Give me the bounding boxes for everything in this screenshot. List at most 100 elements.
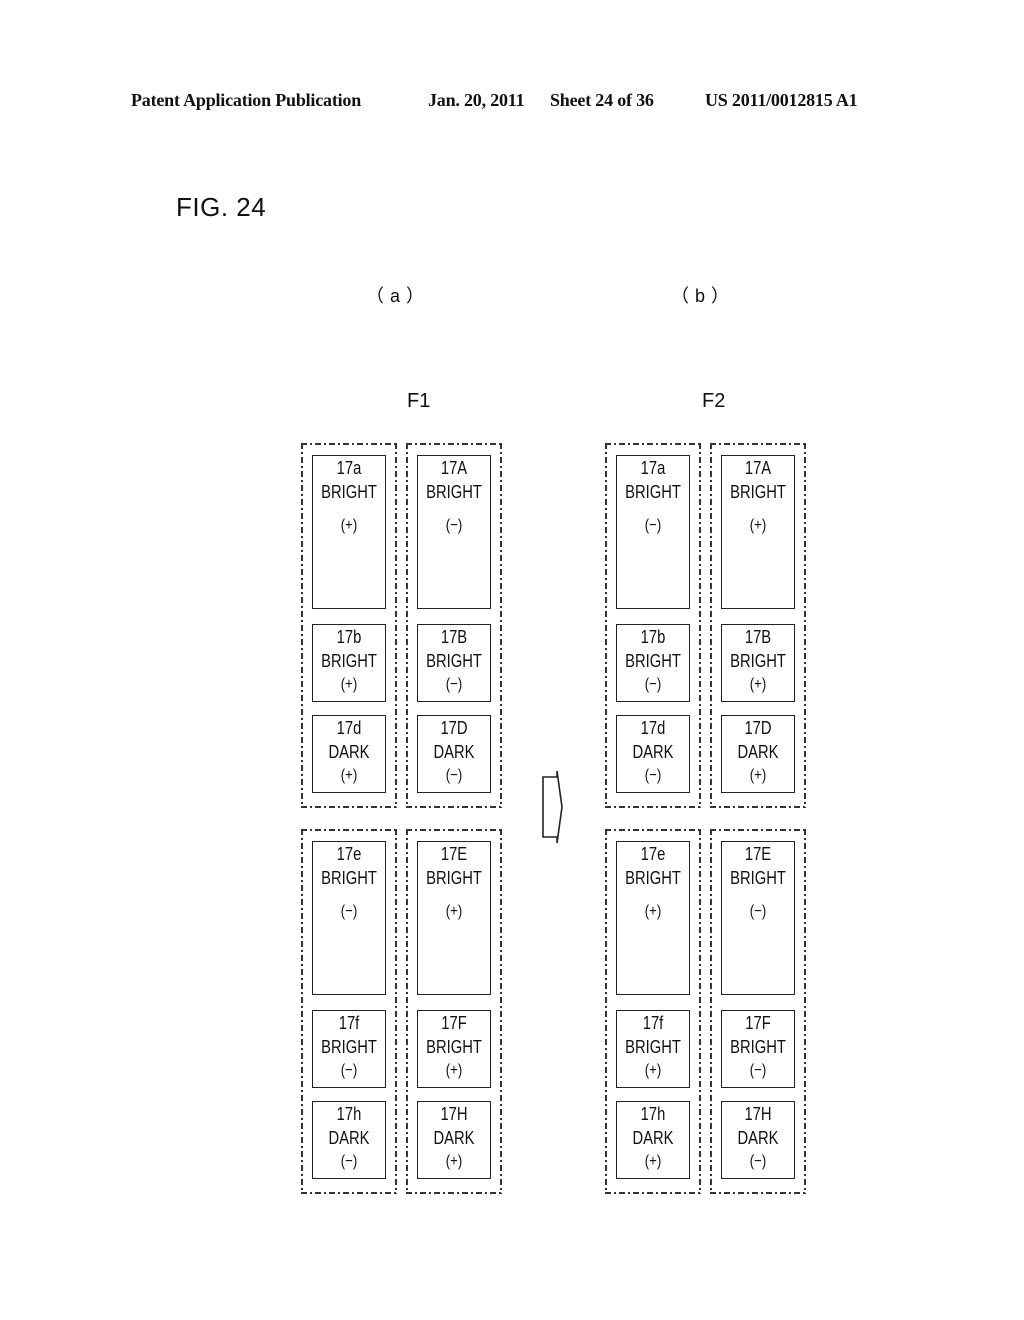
publication-date: Jan. 20, 2011 xyxy=(428,90,525,110)
cell-id: 17A xyxy=(440,458,468,478)
cell-id: 17E xyxy=(440,844,468,864)
cell-polarity: (−) xyxy=(445,517,463,534)
cell-polarity: (−) xyxy=(749,1062,767,1079)
cell-state: BRIGHT xyxy=(321,651,377,671)
pixel-group: 17a BRIGHT (+) 17b BRIGHT (+) 17d DARK (+) xyxy=(301,443,397,808)
cell-polarity: (+) xyxy=(445,1062,463,1079)
cell-polarity: (−) xyxy=(340,1153,358,1170)
cell-state: BRIGHT xyxy=(625,868,681,888)
cell-id: 17h xyxy=(640,1104,666,1124)
cell-id: 17h xyxy=(336,1104,362,1124)
cell-state: DARK xyxy=(328,742,370,762)
subpixel-cell: 17e BRIGHT (−) xyxy=(312,841,386,995)
cell-state: BRIGHT xyxy=(321,1037,377,1057)
cell-polarity: (+) xyxy=(340,767,358,784)
cell-polarity: (+) xyxy=(749,517,767,534)
cell-state: BRIGHT xyxy=(426,868,482,888)
cell-polarity: (+) xyxy=(749,676,767,693)
cell-polarity: (−) xyxy=(644,767,662,784)
cell-polarity: (+) xyxy=(340,676,358,693)
cell-state: BRIGHT xyxy=(321,482,377,502)
cell-state: BRIGHT xyxy=(625,1037,681,1057)
subpixel-cell: 17A BRIGHT (+) xyxy=(721,455,795,609)
cell-state: BRIGHT xyxy=(730,868,786,888)
cell-polarity: (+) xyxy=(749,767,767,784)
cell-polarity: (+) xyxy=(445,1153,463,1170)
cell-polarity: (−) xyxy=(644,517,662,534)
subpixel-cell: 17a BRIGHT (−) xyxy=(616,455,690,609)
subpixel-cell: 17B BRIGHT (−) xyxy=(417,624,491,702)
subpixel-cell: 17e BRIGHT (+) xyxy=(616,841,690,995)
cell-id: 17e xyxy=(640,844,666,864)
cell-state: BRIGHT xyxy=(426,1037,482,1057)
publication-label: Patent Application Publication xyxy=(131,90,362,110)
cell-state: BRIGHT xyxy=(426,651,482,671)
frame-f1-label: F1 xyxy=(407,390,431,412)
cell-polarity: (+) xyxy=(340,517,358,534)
subpixel-cell: 17f BRIGHT (+) xyxy=(616,1010,690,1088)
subpixel-cell: 17a BRIGHT (+) xyxy=(312,455,386,609)
patent-number: US 2011/0012815 A1 xyxy=(705,90,858,110)
pixel-group: 17E BRIGHT (−) 17F BRIGHT (−) 17H DARK (−) xyxy=(710,829,806,1194)
cell-id: 17a xyxy=(336,458,362,478)
figure-title: FIG. 24 xyxy=(176,192,267,222)
cell-state: BRIGHT xyxy=(426,482,482,502)
subpixel-cell: 17D DARK (−) xyxy=(417,715,491,793)
subpixel-cell: 17h DARK (+) xyxy=(616,1101,690,1179)
cell-id: 17d xyxy=(640,718,666,738)
cell-polarity: (+) xyxy=(644,903,662,920)
cell-state: DARK xyxy=(737,1128,779,1148)
subpixel-cell: 17D DARK (+) xyxy=(721,715,795,793)
cell-id: 17a xyxy=(640,458,666,478)
subpixel-cell: 17E BRIGHT (+) xyxy=(417,841,491,995)
cell-id: 17D xyxy=(440,718,468,738)
cell-polarity: (−) xyxy=(644,676,662,693)
cell-id: 17b xyxy=(336,627,362,647)
subpixel-cell: 17F BRIGHT (−) xyxy=(721,1010,795,1088)
subpixel-cell: 17F BRIGHT (+) xyxy=(417,1010,491,1088)
pixel-group: 17A BRIGHT (−) 17B BRIGHT (−) 17D DARK (−) xyxy=(406,443,502,808)
cell-state: BRIGHT xyxy=(730,482,786,502)
cell-id: 17e xyxy=(336,844,362,864)
cell-state: DARK xyxy=(433,1128,475,1148)
panel-a-label: （a） xyxy=(366,286,431,306)
cell-polarity: (+) xyxy=(445,903,463,920)
cell-id: 17E xyxy=(744,844,772,864)
subpixel-cell: 17h DARK (−) xyxy=(312,1101,386,1179)
subpixel-cell: 17b BRIGHT (+) xyxy=(312,624,386,702)
cell-id: 17F xyxy=(745,1013,771,1033)
subpixel-cell: 17A BRIGHT (−) xyxy=(417,455,491,609)
cell-state: DARK xyxy=(632,742,674,762)
cell-polarity: (−) xyxy=(340,903,358,920)
cell-state: DARK xyxy=(632,1128,674,1148)
subpixel-cell: 17d DARK (+) xyxy=(312,715,386,793)
cell-id: 17f xyxy=(642,1013,664,1033)
cell-id: 17A xyxy=(744,458,772,478)
cell-polarity: (+) xyxy=(644,1153,662,1170)
cell-id: 17f xyxy=(338,1013,360,1033)
pixel-group: 17E BRIGHT (+) 17F BRIGHT (+) 17H DARK (+) xyxy=(406,829,502,1194)
cell-state: BRIGHT xyxy=(321,868,377,888)
subpixel-cell: 17B BRIGHT (+) xyxy=(721,624,795,702)
cell-state: BRIGHT xyxy=(625,482,681,502)
cell-id: 17B xyxy=(440,627,468,647)
cell-id: 17B xyxy=(744,627,772,647)
cell-id: 17H xyxy=(440,1104,468,1124)
pixel-group: 17a BRIGHT (−) 17b BRIGHT (−) 17d DARK (−) xyxy=(605,443,701,808)
cell-state: DARK xyxy=(737,742,779,762)
cell-polarity: (−) xyxy=(445,767,463,784)
cell-polarity: (−) xyxy=(340,1062,358,1079)
subpixel-cell: 17b BRIGHT (−) xyxy=(616,624,690,702)
cell-polarity: (−) xyxy=(749,903,767,920)
cell-state: DARK xyxy=(433,742,475,762)
subpixel-cell: 17H DARK (−) xyxy=(721,1101,795,1179)
cell-id: 17d xyxy=(336,718,362,738)
subpixel-cell: 17d DARK (−) xyxy=(616,715,690,793)
cell-id: 17D xyxy=(744,718,772,738)
pixel-group: 17A BRIGHT (+) 17B BRIGHT (+) 17D DARK (+) xyxy=(710,443,806,808)
cell-state: BRIGHT xyxy=(625,651,681,671)
sheet-number: Sheet 24 of 36 xyxy=(550,90,654,110)
cell-polarity: (−) xyxy=(445,676,463,693)
pixel-group: 17e BRIGHT (−) 17f BRIGHT (−) 17h DARK (−) xyxy=(301,829,397,1194)
cell-state: BRIGHT xyxy=(730,651,786,671)
